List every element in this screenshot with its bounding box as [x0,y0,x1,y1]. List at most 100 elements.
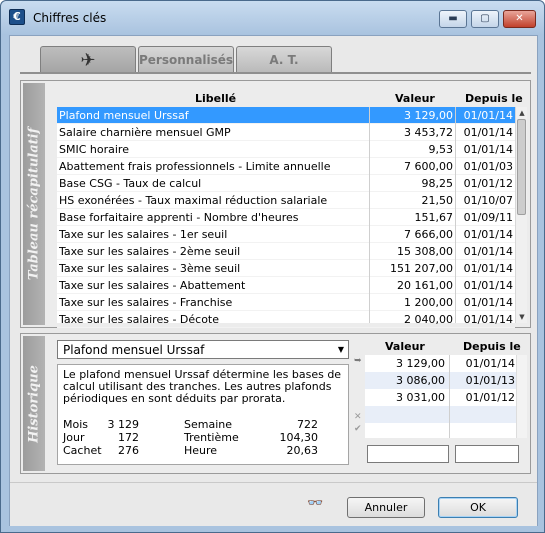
table-cell-value: 7 600,00 [404,160,453,173]
table-row[interactable]: Taxe sur les salaires - 3ème seuil 151 20… [57,260,515,277]
history-side-label: Historique [23,336,45,471]
table-cell-since: 01/01/14 [463,262,513,275]
tab-personnalises[interactable]: Personnalisés [138,46,234,73]
table-cell-since: 01/01/14 [463,313,513,326]
summary-scrollbar[interactable]: ▲ ▼ [515,107,527,323]
dialog-window: € Chiffres clés ▬ ▢ ✕ ✈ Personnalisés A.… [0,0,545,533]
table-cell-since: 01/01/14 [463,109,513,122]
insert-row-icon[interactable]: ➥ [354,356,362,366]
table-row[interactable]: Abattement frais professionnels - Limite… [57,158,515,175]
table-row[interactable]: Taxe sur les salaires - Franchise 1 200,0… [57,294,515,311]
table-row[interactable]: SMIC horaire 9,53 01/01/14 [57,141,515,158]
history-header-depuis[interactable]: Depuis le [463,340,521,353]
history-empty-row[interactable] [365,406,527,423]
table-cell-value: 15 308,00 [397,245,453,258]
summary-rows: Plafond mensuel Urssaf 3 129,00 01/01/14 Sa… [57,107,515,328]
table-cell-value: 20 161,00 [397,279,453,292]
new-value-input[interactable] [367,445,449,463]
cancel-button[interactable]: Annuler [347,497,425,518]
button-bar: 👓 Annuler OK [10,482,537,526]
history-row[interactable]: 3 086,00 01/01/13 [365,372,527,389]
table-cell-value: 2 040,00 [404,313,453,326]
summary-side-label: Tableau récapitulatif [23,83,45,325]
table-cell-label: Taxe sur les salaires - Franchise [59,296,233,309]
table-cell-since: 01/01/14 [463,143,513,156]
airplane-icon: ✈ [80,50,96,71]
summary-table-header: Libellé Valeur Depuis le [57,90,527,107]
euro-app-icon: € [9,9,25,25]
ok-button[interactable]: OK [438,497,518,518]
table-cell-label: HS exonérées - Taux maximal réduction sa… [59,194,328,207]
table-cell-value: 7 666,00 [404,228,453,241]
table-cell-value: 98,25 [421,177,454,190]
table-row[interactable]: Taxe sur les salaires - Décote 2 040,00 01… [57,311,515,328]
table-cell-label: Base CSG - Taux de calcul [59,177,202,190]
history-item-select[interactable]: Plafond mensuel Urssaf ▼ [57,340,349,359]
table-cell-since: 01/01/14 [463,245,513,258]
history-scrollbar[interactable] [516,355,527,438]
table-cell-value: 1 200,00 [404,296,453,309]
tab-airplane[interactable]: ✈ [40,46,136,73]
column-header-valeur[interactable]: Valeur [395,92,435,105]
table-row[interactable]: Plafond mensuel Urssaf 3 129,00 01/01/14 [57,107,515,124]
table-cell-since: 01/01/14 [463,279,513,292]
table-cell-label: Taxe sur les salaires - 2ème seuil [59,245,241,258]
table-cell-label: Abattement frais professionnels - Limite… [59,160,331,173]
table-row[interactable]: HS exonérées - Taux maximal réduction sa… [57,192,515,209]
glasses-icon[interactable]: 👓 [307,496,323,511]
window-title: Chiffres clés [33,11,107,25]
scroll-down-arrow-icon[interactable]: ▼ [516,311,528,323]
table-row[interactable]: Taxe sur les salaires - Abattement 20 161… [57,277,515,294]
column-separator [369,107,370,323]
maximize-button[interactable]: ▢ [471,10,499,28]
table-cell-since: 01/01/12 [463,177,513,190]
table-cell-label: Salaire charnière mensuel GMP [59,126,231,139]
table-row[interactable]: Salaire charnière mensuel GMP 3 453,72 01/… [57,124,515,141]
table-cell-label: Base forfaitaire apprenti - Nombre d'heu… [59,211,299,224]
close-button[interactable]: ✕ [503,10,536,28]
history-table-header: Valeur Depuis le [365,338,527,355]
table-cell-value: 21,50 [421,194,454,207]
history-row[interactable]: 3 031,00 01/01/12 [365,389,527,406]
table-cell-since: 01/09/11 [463,211,513,224]
table-cell-label: Taxe sur les salaires - Abattement [59,279,246,292]
validate-row-icon[interactable]: ✔ [354,424,362,434]
period-heure: Heure 20,63 [184,444,318,457]
table-cell-since: 01/01/14 [463,296,513,309]
column-header-depuis[interactable]: Depuis le [465,92,523,105]
history-row[interactable]: 3 129,00 01/01/14 [365,355,527,372]
table-row[interactable]: Base forfaitaire apprenti - Nombre d'heu… [57,209,515,226]
table-row[interactable]: Base CSG - Taux de calcul 98,25 01/01/12 [57,175,515,192]
table-cell-label: Plafond mensuel Urssaf [59,109,189,122]
period-mois: Mois 3 129 [63,418,139,431]
table-row[interactable]: Taxe sur les salaires - 2ème seuil 15 308… [57,243,515,260]
column-header-libelle[interactable]: Libellé [195,92,236,105]
table-cell-value: 3 129,00 [404,109,453,122]
period-semaine: Semaine 722 [184,418,318,431]
table-row[interactable]: Taxe sur les salaires - 1er seuil 7 666,0… [57,226,515,243]
table-cell-value: 3 453,72 [404,126,453,139]
new-since-input[interactable] [455,445,519,463]
column-separator [455,107,456,323]
table-cell-label: Taxe sur les salaires - Décote [59,313,220,326]
scroll-up-arrow-icon[interactable]: ▲ [516,107,528,119]
summary-panel: Tableau récapitulatif Libellé Valeur Dep… [20,80,531,328]
period-trentieme: Trentième 104,30 [184,431,318,444]
dropdown-arrow-icon: ▼ [337,345,344,354]
minimize-button[interactable]: ▬ [439,10,467,28]
summary-table: Libellé Valeur Depuis le Plafond mensuel… [57,90,527,328]
delete-row-icon[interactable]: ✕ [354,412,362,422]
table-cell-since: 01/01/14 [463,228,513,241]
history-description: Le plafond mensuel Urssaf détermine les … [57,364,349,465]
table-cell-label: Taxe sur les salaires - 1er seuil [59,228,228,241]
history-header-valeur[interactable]: Valeur [385,340,425,353]
history-select-value: Plafond mensuel Urssaf [63,343,205,357]
period-jour: Jour 172 [63,431,139,444]
table-cell-value: 151,67 [414,211,454,224]
tab-at[interactable]: A. T. [236,46,332,73]
scroll-thumb[interactable] [517,119,526,215]
tab-divider [20,72,531,74]
description-text: Le plafond mensuel Urssaf détermine les … [63,368,342,405]
table-cell-label: Taxe sur les salaires - 3ème seuil [59,262,241,275]
dialog-client-area: ✈ Personnalisés A. T. Tableau récapitula… [9,35,538,526]
